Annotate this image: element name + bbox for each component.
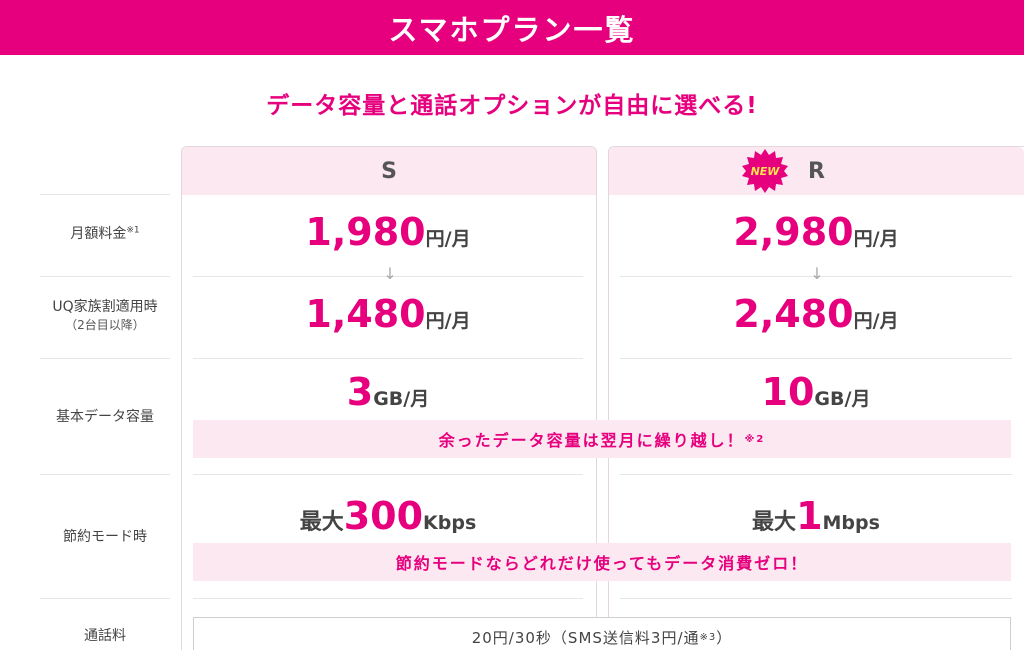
card-divider: [193, 358, 583, 359]
monthly-price-r: 2,980円/月: [733, 210, 899, 254]
card-divider: [193, 474, 583, 475]
saving-mode-banner: 節約モードならどれだけ使ってもデータ消費ゼロ！: [193, 543, 1011, 581]
plan-subtitle: データ容量と通話オプションが自由に選べる!: [266, 93, 758, 119]
saving-speed-r: 最大1Mbps: [752, 494, 880, 538]
family-price-r: 2,480円/月: [733, 292, 899, 336]
arrow-down-icon: ↓: [810, 264, 824, 283]
row-label-basic-data: 基本データ容量: [56, 409, 154, 425]
data-amount-s: 3GB/月: [346, 370, 430, 414]
monthly-price-s: 1,980円/月: [305, 210, 471, 254]
row-label-call-fee: 通話料: [84, 628, 126, 644]
arrow-down-icon: ↓: [383, 264, 397, 283]
card-divider: [193, 598, 583, 599]
row-label-saving-mode: 節約モード時: [63, 529, 147, 545]
row-label-family-discount: UQ家族割適用時 （2台目以降）: [52, 299, 158, 333]
header-bar: スマホプラン一覧: [0, 0, 1024, 55]
new-badge-label: NEW: [750, 164, 780, 178]
card-divider: [620, 598, 1012, 599]
plan-name-s: S: [182, 147, 596, 195]
card-divider: [620, 358, 1012, 359]
plan-name-r: R: [609, 147, 1024, 195]
new-badge: NEW: [740, 149, 790, 193]
row-divider: [40, 474, 170, 475]
row-divider: [40, 194, 170, 195]
carryover-banner: 余ったデータ容量は翌月に繰り越し！ ※2: [193, 420, 1011, 458]
saving-speed-s: 最大300Kbps: [299, 494, 477, 538]
row-divider: [40, 276, 170, 277]
call-fee-box: 20円/30秒（SMS送信料3円/通 ※3）: [193, 617, 1011, 650]
row-label-monthly-fee: 月額料金※1: [70, 225, 140, 242]
row-divider: [40, 358, 170, 359]
family-price-s: 1,480円/月: [305, 292, 471, 336]
data-amount-r: 10GB/月: [761, 370, 871, 414]
card-divider: [620, 474, 1012, 475]
page-title: スマホプラン一覧: [388, 12, 636, 47]
row-divider: [40, 598, 170, 599]
